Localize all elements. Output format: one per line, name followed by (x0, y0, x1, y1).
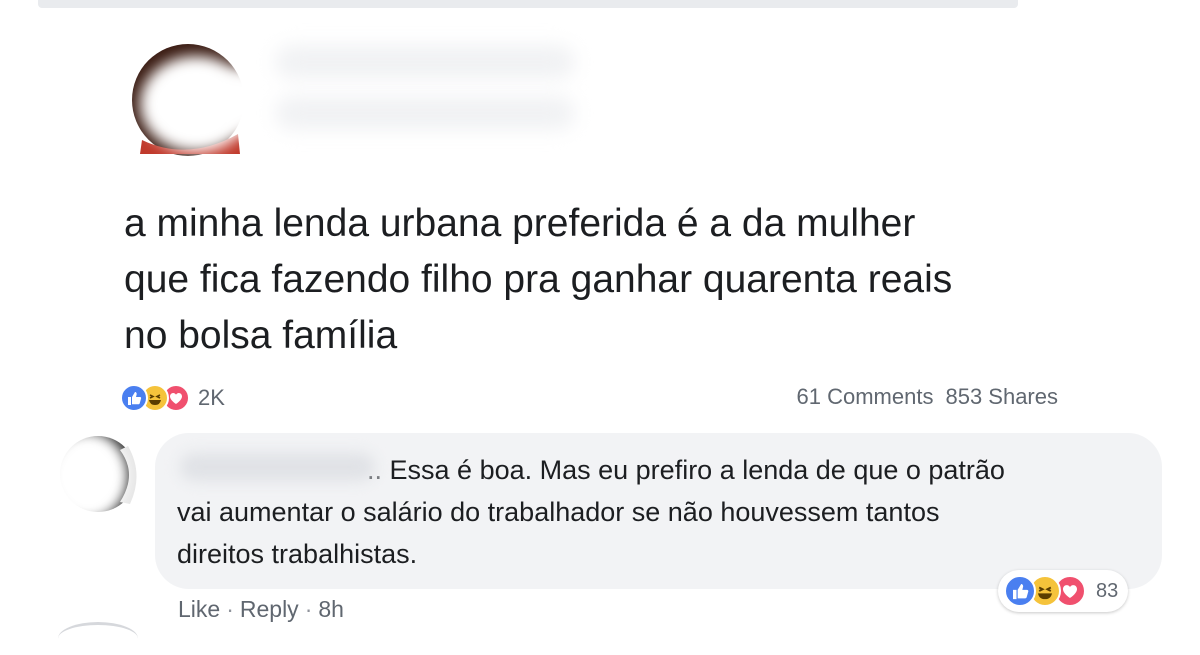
separator: · (226, 596, 234, 622)
post-reactions-summary[interactable]: 2K (120, 384, 225, 412)
like-icon (120, 384, 148, 412)
post-stats: 61 Comments 853 Shares (797, 384, 1058, 410)
comment-author-avatar[interactable] (48, 432, 138, 520)
comment-text-line: direitos trabalhistas. (177, 539, 418, 569)
post-text-line: que fica fazendo filho pra ganhar quaren… (124, 258, 953, 301)
post-text: a minha lenda urbana preferida é a da mu… (124, 196, 1124, 364)
comment-text-line: .. Essa é boa. Mas eu prefiro a lenda de… (177, 449, 1137, 491)
comment-text: .. Essa é boa. Mas eu prefiro a lenda de… (177, 449, 1137, 575)
comment-like-button[interactable]: Like (178, 596, 220, 623)
comment-text-line-1: Essa é boa. Mas eu prefiro a lenda de qu… (389, 455, 1005, 485)
comment-reactions[interactable]: 83 (998, 570, 1129, 612)
post-author-avatar[interactable] (122, 42, 262, 158)
separator: · (304, 596, 313, 622)
post-reaction-count: 2K (198, 385, 225, 410)
next-comment-avatar[interactable] (58, 622, 138, 655)
post-text-line: no bolsa família (124, 314, 398, 357)
like-icon (1004, 575, 1036, 607)
top-divider (38, 0, 1018, 8)
post-timestamp-redacted (275, 96, 575, 130)
comment-author-tail: .. (367, 455, 383, 485)
comments-count-link[interactable]: 61 Comments (797, 384, 934, 410)
post-author-name-redacted[interactable] (275, 45, 575, 79)
comment-actions: Like · Reply · 8h (178, 596, 344, 623)
comment-reaction-count: 83 (1096, 579, 1119, 602)
post-text-line: a minha lenda urbana preferida é a da mu… (124, 202, 916, 245)
shares-count-link[interactable]: 853 Shares (945, 384, 1058, 410)
comment-reply-button[interactable]: Reply (240, 596, 299, 623)
comment-text-line: vai aumentar o salário do trabalhador se… (177, 497, 940, 527)
comment-timestamp[interactable]: 8h (318, 596, 344, 623)
